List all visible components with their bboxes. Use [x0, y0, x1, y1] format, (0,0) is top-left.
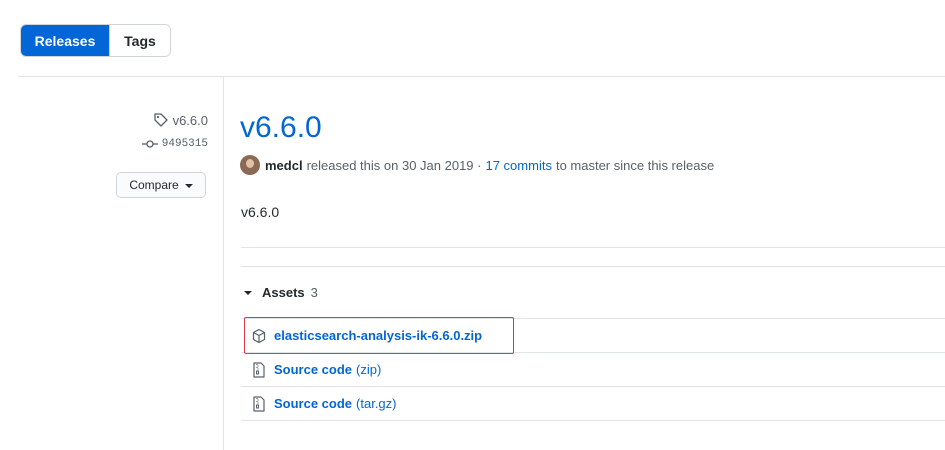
timeline-line [223, 77, 224, 450]
since-text: to master since this release [555, 157, 715, 173]
source-targz-link[interactable]: Source code [274, 396, 352, 411]
chevron-down-icon [184, 183, 193, 188]
chevron-down-icon [244, 291, 252, 295]
tag-link[interactable]: v6.6.0 [153, 112, 208, 128]
asset-suffix: (zip) [356, 362, 382, 377]
commit-icon [141, 140, 158, 148]
assets-count: 3 [310, 285, 318, 300]
release-body: v6.6.0 [241, 204, 280, 220]
assets-label: Assets [262, 285, 305, 300]
asset-link[interactable]: elasticsearch-analysis-ik-6.6.0.zip [274, 328, 482, 343]
tab-releases[interactable]: Releases [21, 25, 109, 56]
asset-row: Source code (tar.gz) [241, 387, 945, 421]
header-divider [18, 76, 945, 77]
release-tabs: Releases Tags [20, 24, 171, 57]
commits-link[interactable]: 17 commits [485, 158, 551, 173]
tag-icon [153, 113, 168, 127]
file-zip-icon [253, 395, 265, 412]
release-meta: medcl released this on 30 Jan 2019 · 17 … [240, 155, 714, 175]
assets-divider [241, 266, 945, 267]
body-divider [241, 247, 945, 248]
assets-toggle[interactable]: Assets 3 [244, 285, 318, 300]
author-link[interactable]: medcl [265, 158, 303, 173]
file-zip-icon [253, 361, 265, 378]
package-icon [252, 328, 266, 343]
compare-label: Compare [129, 178, 179, 192]
asset-suffix: (tar.gz) [356, 396, 397, 411]
commit-sha: 9495315 [161, 138, 208, 150]
asset-list: elasticsearch-analysis-ik-6.6.0.zip Sour… [241, 318, 945, 421]
source-zip-link[interactable]: Source code [274, 362, 352, 377]
release-title[interactable]: v6.6.0 [240, 110, 322, 146]
commit-link[interactable]: 9495315 [141, 138, 208, 150]
compare-button[interactable]: Compare [116, 172, 206, 198]
asset-row: Source code (zip) [241, 353, 945, 387]
avatar[interactable] [240, 155, 260, 175]
asset-row: elasticsearch-analysis-ik-6.6.0.zip [241, 319, 945, 353]
tab-tags[interactable]: Tags [109, 25, 170, 56]
released-text: released this on 30 Jan 2019 · [306, 157, 482, 173]
tag-label: v6.6.0 [172, 112, 208, 128]
